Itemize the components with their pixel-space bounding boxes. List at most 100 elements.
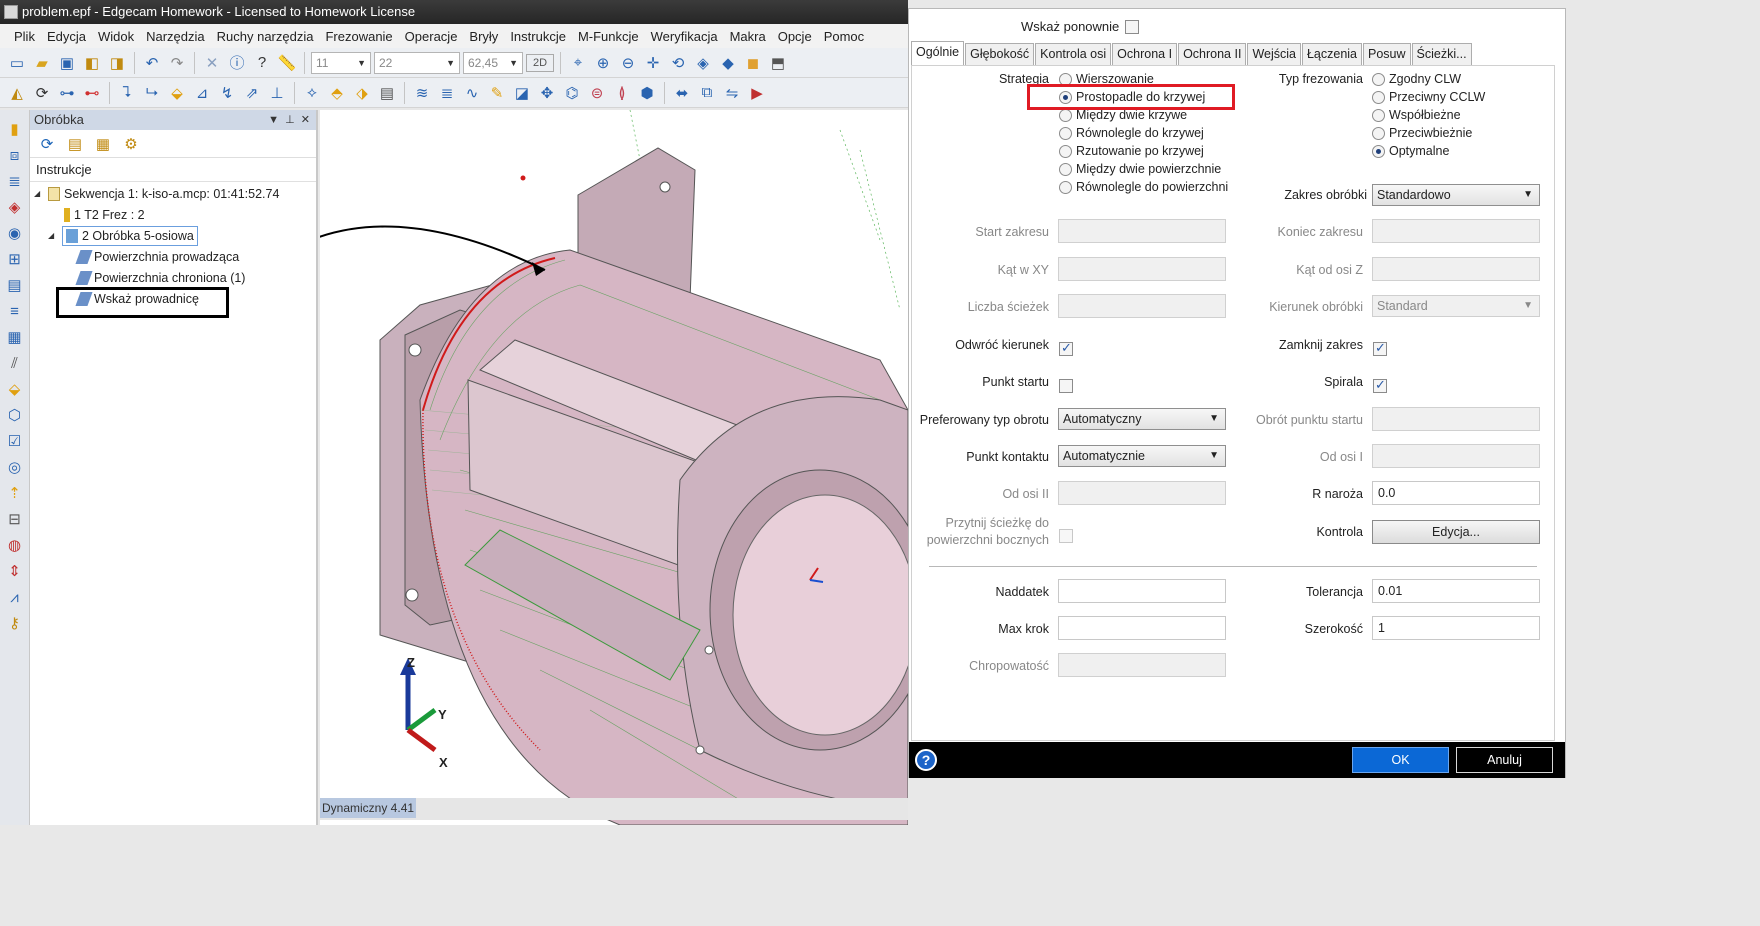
feed-icon[interactable]: ⮡ [141, 82, 163, 104]
five-axis-icon[interactable]: ✥ [536, 82, 558, 104]
vt-face-icon[interactable]: ▦ [3, 326, 27, 348]
width-field[interactable]: 1 [1372, 616, 1540, 640]
menu-opcje[interactable]: Opcje [772, 29, 818, 44]
point-icon[interactable]: ⊶ [56, 82, 78, 104]
radio-icon[interactable] [1059, 108, 1072, 122]
parallel-icon[interactable]: ≣ [436, 82, 458, 104]
open-part-icon[interactable]: ◧ [81, 52, 103, 74]
pencil-icon[interactable]: ✎ [486, 82, 508, 104]
contact-point-select[interactable]: Automatycznie ▼ [1058, 445, 1226, 467]
milling-option-conventional[interactable]: Przeciwny CCLW [1372, 88, 1485, 106]
rotate-view-icon[interactable]: ⟲ [667, 52, 689, 74]
ok-button[interactable]: OK [1352, 747, 1449, 773]
strategy-option-parallel-curve[interactable]: Równolegle do krzywej [1059, 124, 1204, 142]
num-paths-field[interactable] [1058, 294, 1226, 318]
show-again-checkbox[interactable] [1125, 19, 1140, 34]
vt-tool-icon[interactable]: ▮ [3, 118, 27, 140]
save-part-icon[interactable]: ◨ [106, 52, 128, 74]
vt-hole-icon[interactable]: ⊞ [3, 248, 27, 270]
tab-paths[interactable]: Ścieżki... [1411, 43, 1472, 65]
operation-selected[interactable]: 2 Obróbka 5-osiowa [62, 226, 198, 246]
vt-mill-icon[interactable]: ⬙ [3, 378, 27, 400]
layer-combo[interactable]: 11 ▼ [311, 51, 371, 74]
menu-pomoc[interactable]: Pomoc [818, 29, 870, 44]
menu-frezowanie[interactable]: Frezowanie [319, 29, 398, 44]
face-icon[interactable]: ⊥ [266, 82, 288, 104]
new-sequence-icon[interactable]: ▤ [64, 133, 86, 155]
panel-controls[interactable]: ▼ ⊥ ✕ [268, 110, 310, 130]
rapid-icon[interactable]: ⮧ [116, 82, 138, 104]
allowance-field[interactable] [1058, 579, 1226, 603]
vt-wave-icon[interactable]: ⩘ [3, 586, 27, 608]
undo-icon[interactable]: ↶ [141, 52, 163, 74]
delete-icon[interactable]: ✕ [201, 52, 223, 74]
menu-edycja[interactable]: Edycja [41, 29, 92, 44]
trim-checkbox[interactable] [1059, 529, 1073, 543]
radio-icon[interactable] [1059, 162, 1072, 176]
select-add-icon[interactable]: ⊕ [592, 52, 614, 74]
vt-thread-icon[interactable]: ⇕ [3, 560, 27, 582]
tool-icon[interactable]: ⬙ [166, 82, 188, 104]
vt-check-icon[interactable]: ☑ [3, 430, 27, 452]
milling-option-concurrent[interactable]: Współbieżne [1372, 106, 1461, 124]
radio-icon[interactable] [1372, 72, 1385, 86]
vt-rough-icon[interactable]: ◈ [3, 196, 27, 218]
graphics-viewport[interactable]: Z Y X [320, 110, 908, 825]
helix-icon[interactable]: ≬ [611, 82, 633, 104]
roughness-field[interactable] [1058, 653, 1226, 677]
copy-icon[interactable]: ⧉ [696, 82, 718, 104]
edit-button[interactable]: Edycja... [1372, 520, 1540, 544]
collapse-icon[interactable]: ◢ [34, 184, 44, 204]
barrel-icon[interactable]: ⬢ [636, 82, 658, 104]
new-file-icon[interactable]: ▭ [6, 52, 28, 74]
spiral-checkbox[interactable] [1373, 377, 1387, 393]
menu-makra[interactable]: Makra [724, 29, 772, 44]
mode-2d-button[interactable]: 2D [526, 53, 554, 72]
menu-operacje[interactable]: Operacje [399, 29, 464, 44]
finish-icon[interactable]: ⬗ [351, 82, 373, 104]
menu-instrukcje[interactable]: Instrukcje [504, 29, 572, 44]
solid-view-icon[interactable]: ◼ [742, 52, 764, 74]
milling-option-climb[interactable]: Zgodny CLW [1372, 70, 1461, 88]
menu-plik[interactable]: Plik [8, 29, 41, 44]
thread-icon[interactable]: ⇗ [241, 82, 263, 104]
vt-drill-icon[interactable]: ⫽ [3, 352, 27, 374]
radio-icon[interactable] [1372, 126, 1385, 140]
vt-circle-icon[interactable]: ◍ [3, 534, 27, 556]
point-remove-icon[interactable]: ⊷ [81, 82, 103, 104]
select-remove-icon[interactable]: ⊖ [617, 52, 639, 74]
tab-protection-1[interactable]: Ochrona I [1112, 43, 1178, 65]
tolerance-field[interactable]: 0.01 [1372, 579, 1540, 603]
max-step-field[interactable] [1058, 616, 1226, 640]
tab-links[interactable]: Łączenia [1301, 43, 1363, 65]
tab-depth[interactable]: Głębokość [965, 43, 1035, 65]
end-range-field[interactable] [1372, 219, 1540, 243]
measure-icon[interactable]: 📏 [276, 52, 298, 74]
radio-icon[interactable] [1372, 108, 1385, 122]
radio-icon[interactable] [1059, 126, 1072, 140]
settings-icon[interactable]: ⚙ [120, 133, 142, 155]
radio-icon[interactable] [1372, 144, 1385, 158]
drill-icon[interactable]: ↯ [216, 82, 238, 104]
flowline-icon[interactable]: ∿ [461, 82, 483, 104]
vt-tap-icon[interactable]: ⇡ [3, 482, 27, 504]
view-cube-icon[interactable]: ◈ [692, 52, 714, 74]
select-icon[interactable]: ⌖ [567, 52, 589, 74]
color-combo[interactable]: 22 ▼ [374, 51, 460, 74]
redo-icon[interactable]: ↷ [166, 52, 188, 74]
close-range-checkbox[interactable] [1373, 340, 1387, 356]
tree-node-operation[interactable]: ◢ 2 Obróbka 5-osiowa [48, 226, 198, 246]
nc-icon[interactable]: ▤ [376, 82, 398, 104]
tab-entries[interactable]: Wejścia [1247, 43, 1301, 65]
vt-pocket-icon[interactable]: ▤ [3, 274, 27, 296]
angle-xy-field[interactable] [1058, 257, 1226, 281]
tree-node-check-surface[interactable]: Powierzchnia chroniona (1) [75, 268, 245, 288]
menu-m-funkcje[interactable]: M-Funkcje [572, 29, 645, 44]
milling-option-optimal[interactable]: Optymalne [1372, 142, 1449, 160]
tree-node-sequence[interactable]: ◢ Sekwencja 1: k-iso-a.mcp: 01:41:52.74 [34, 184, 279, 204]
info-icon[interactable]: ⓘ [226, 52, 248, 74]
iso-view-icon[interactable]: ◆ [717, 52, 739, 74]
vt-layers-icon[interactable]: ≣ [3, 170, 27, 192]
tab-general[interactable]: Ogólnie [911, 41, 965, 65]
pref-rotation-select[interactable]: Automatyczny ▼ [1058, 408, 1226, 430]
